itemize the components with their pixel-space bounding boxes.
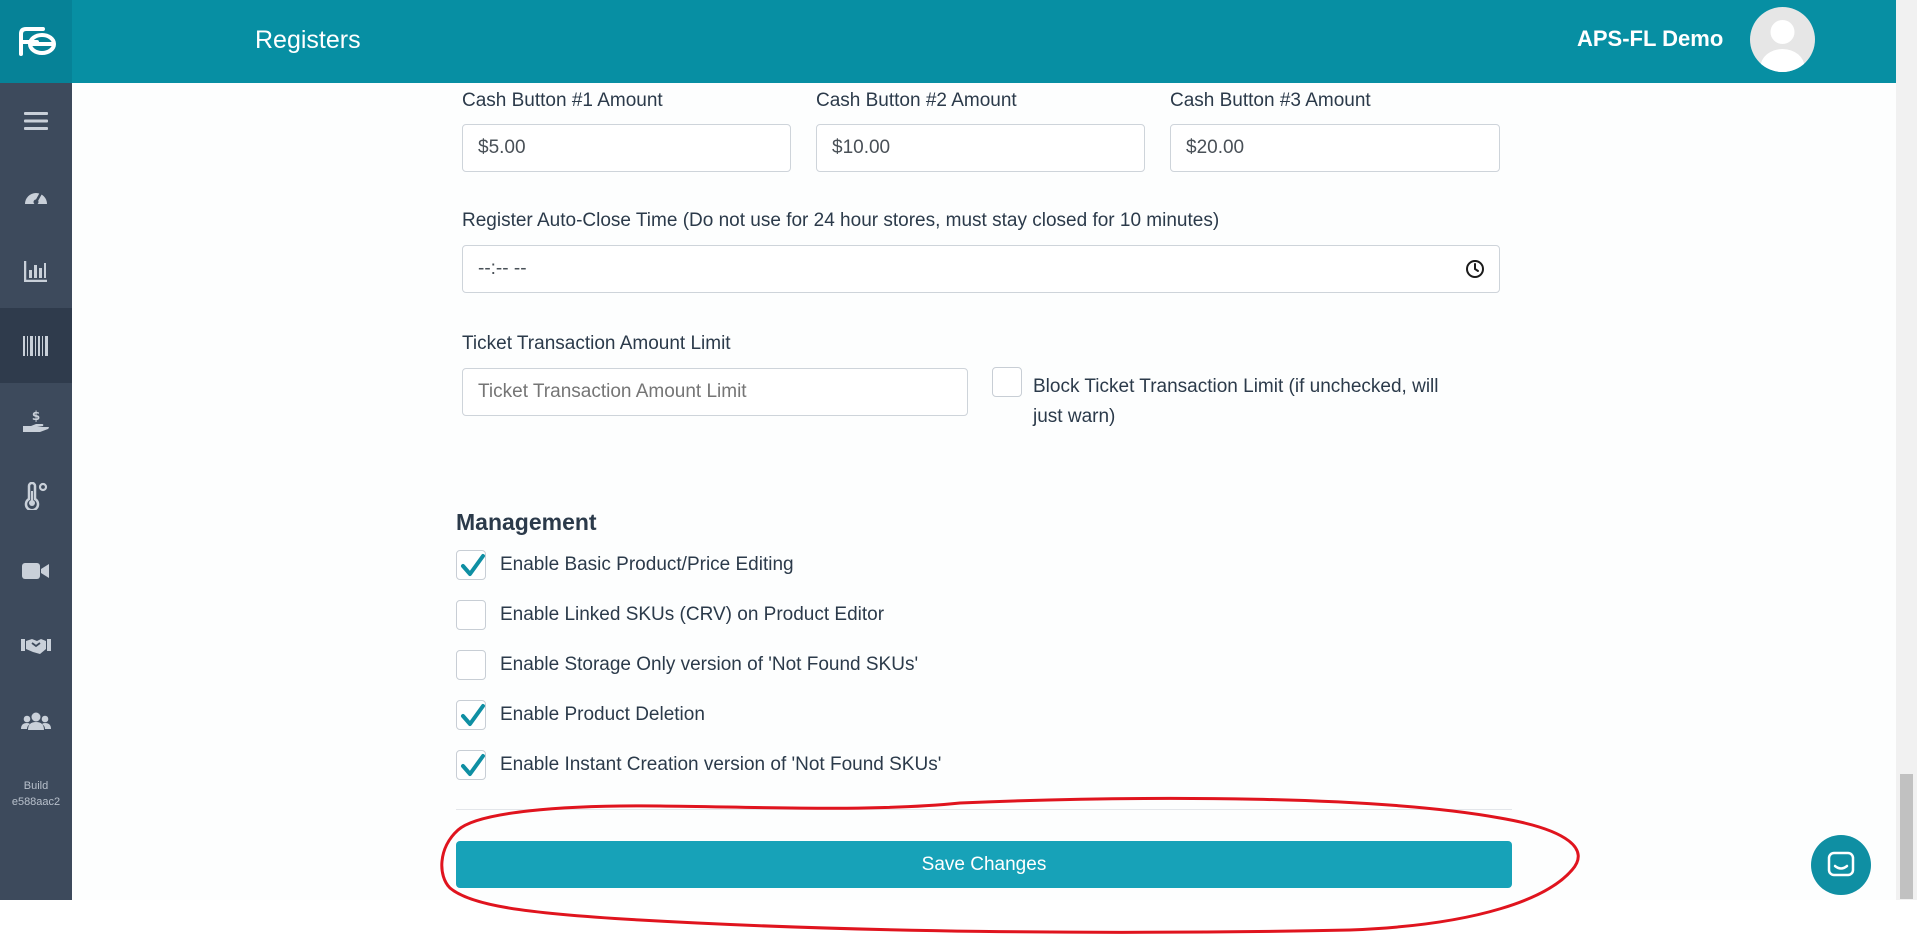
check-icon	[461, 554, 485, 576]
option-instant-creation-label: Enable Instant Creation version of 'Not …	[500, 754, 942, 775]
build-label: Build	[23, 780, 49, 792]
auto-close-time-value: --:-- --	[478, 258, 527, 279]
user-icon	[1760, 20, 1805, 72]
main-content	[72, 83, 1896, 900]
check-icon	[461, 704, 485, 726]
divider	[456, 809, 1512, 810]
app-logo[interactable]	[0, 0, 72, 83]
video-camera-icon	[22, 562, 49, 579]
sidebar-item-video[interactable]	[0, 533, 72, 608]
cash-button-2-label: Cash Button #2 Amount	[816, 90, 1017, 111]
barcode-icon	[23, 335, 48, 356]
user-avatar[interactable]	[1750, 7, 1815, 72]
sidebar-item-registers[interactable]	[0, 308, 72, 383]
save-changes-button[interactable]: Save Changes	[456, 841, 1512, 888]
ticket-limit-input[interactable]	[462, 368, 968, 416]
menu-icon	[24, 111, 48, 130]
build-info: Build e588aac2	[0, 778, 72, 810]
cash-button-1-label: Cash Button #1 Amount	[462, 90, 663, 111]
top-bar: Registers APS-FL Demo	[0, 0, 1896, 83]
block-ticket-limit-label: Block Ticket Transaction Limit (if unche…	[1033, 372, 1439, 432]
chat-icon	[1827, 851, 1855, 877]
sidebar: $ Build e588aac2	[0, 83, 72, 900]
option-instant-creation-checkbox[interactable]	[456, 750, 486, 780]
page-title: Registers	[255, 26, 361, 54]
management-heading: Management	[456, 509, 597, 535]
auto-close-label: Register Auto-Close Time (Do not use for…	[462, 210, 1220, 231]
check-icon	[461, 754, 485, 776]
chat-launcher-button[interactable]	[1811, 835, 1871, 895]
dashboard-gauge-icon	[25, 191, 47, 204]
temperature-icon	[24, 481, 48, 510]
cash-button-1-input[interactable]	[462, 124, 791, 172]
option-product-deletion-label: Enable Product Deletion	[500, 704, 705, 725]
users-icon	[21, 712, 51, 730]
sidebar-item-temperature[interactable]	[0, 458, 72, 533]
sidebar-menu-toggle[interactable]	[0, 83, 72, 158]
sidebar-item-users[interactable]	[0, 683, 72, 758]
svg-text:$: $	[32, 409, 40, 423]
sidebar-item-payments[interactable]: $	[0, 383, 72, 458]
option-linked-skus-label: Enable Linked SKUs (CRV) on Product Edit…	[500, 604, 885, 625]
option-storage-only-checkbox[interactable]	[456, 650, 486, 680]
cash-button-2-input[interactable]	[816, 124, 1145, 172]
scrollbar-thumb[interactable]	[1900, 774, 1913, 899]
block-ticket-limit-checkbox[interactable]	[992, 367, 1022, 397]
page-scrollbar[interactable]	[1896, 0, 1917, 900]
sidebar-item-dashboard[interactable]	[0, 158, 72, 233]
option-linked-skus-checkbox[interactable]	[456, 600, 486, 630]
option-basic-editing-checkbox[interactable]	[456, 550, 486, 580]
option-storage-only-label: Enable Storage Only version of 'Not Foun…	[500, 654, 919, 675]
handshake-icon	[21, 638, 51, 654]
build-id: e588aac2	[11, 796, 61, 808]
ticket-limit-label: Ticket Transaction Amount Limit	[462, 333, 731, 354]
bar-chart-icon	[24, 260, 47, 282]
cash-button-3-input[interactable]	[1170, 124, 1500, 172]
block-ticket-limit-label-line-1: Block Ticket Transaction Limit (if unche…	[1033, 376, 1439, 397]
option-product-deletion-checkbox[interactable]	[456, 700, 486, 730]
cash-button-3-label: Cash Button #3 Amount	[1170, 90, 1371, 111]
sidebar-item-partners[interactable]	[0, 608, 72, 683]
clock-icon[interactable]	[1465, 259, 1485, 279]
bottom-strip	[0, 900, 1917, 936]
sidebar-item-reports[interactable]	[0, 233, 72, 308]
logo-icon	[19, 26, 56, 56]
block-ticket-limit-label-line-2: just warn)	[1033, 406, 1116, 427]
org-name[interactable]: APS-FL Demo	[1577, 26, 1723, 52]
option-basic-editing-label: Enable Basic Product/Price Editing	[500, 554, 794, 575]
hand-dollar-icon: $	[23, 409, 49, 432]
auto-close-time-input[interactable]: --:-- --	[462, 245, 1500, 293]
